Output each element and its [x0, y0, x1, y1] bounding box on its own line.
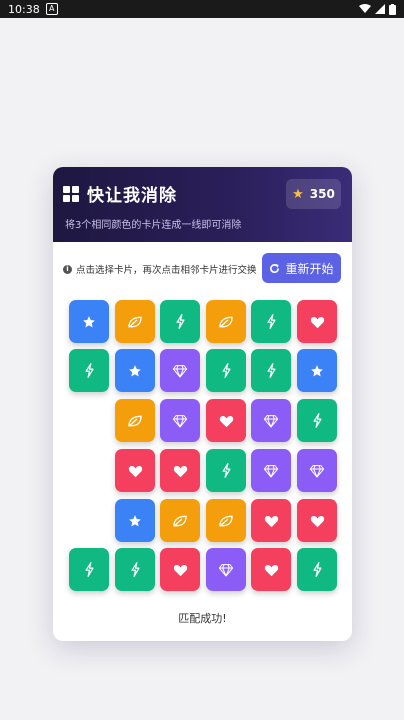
tile-red[interactable]	[206, 399, 246, 442]
tile-orange[interactable]	[115, 399, 155, 442]
signal-icon	[375, 4, 385, 14]
tile-purple[interactable]	[160, 399, 200, 442]
tile-blue[interactable]	[115, 499, 155, 542]
tile-blue[interactable]	[297, 349, 337, 392]
diamond-icon	[172, 414, 188, 428]
star-icon	[128, 364, 142, 378]
star-icon	[310, 364, 324, 378]
tile-red[interactable]	[251, 548, 291, 591]
tile-green[interactable]	[115, 548, 155, 591]
tile-green[interactable]	[251, 349, 291, 392]
bolt-icon	[221, 463, 232, 478]
status-time: 10:38	[8, 2, 40, 16]
tile-purple[interactable]	[206, 548, 246, 591]
diamond-icon	[309, 464, 325, 478]
tile-red[interactable]	[297, 300, 337, 343]
heart-icon	[128, 464, 143, 478]
tile-blue[interactable]	[115, 349, 155, 392]
heart-icon	[219, 414, 234, 428]
bolt-icon	[84, 363, 95, 378]
star-icon	[128, 514, 142, 528]
tile-red[interactable]	[115, 449, 155, 492]
status-message: 匹配成功!	[178, 612, 227, 625]
tile-purple[interactable]	[251, 399, 291, 442]
tile-green[interactable]	[251, 300, 291, 343]
leaf-icon	[218, 315, 234, 329]
heart-icon	[264, 514, 279, 528]
heart-icon	[173, 464, 188, 478]
heart-icon	[264, 563, 279, 577]
tile-orange[interactable]	[115, 300, 155, 343]
battery-icon	[389, 3, 396, 15]
bolt-icon	[84, 562, 95, 577]
heart-icon	[173, 563, 188, 577]
bolt-icon	[312, 413, 323, 428]
tile-green[interactable]	[206, 349, 246, 392]
status-bar: 10:38 A	[0, 0, 404, 18]
tile-purple[interactable]	[297, 449, 337, 492]
game-card: 快让我消除 将3个相同颜色的卡片连成一线即可消除 ★ 350 i 点击选择卡片，…	[53, 167, 352, 641]
diamond-icon	[263, 414, 279, 428]
tile-green[interactable]	[297, 548, 337, 591]
bolt-icon	[266, 314, 277, 329]
tile-purple[interactable]	[160, 349, 200, 392]
bolt-icon	[175, 314, 186, 329]
tile-green[interactable]	[69, 349, 109, 392]
heart-icon	[310, 315, 325, 329]
tile-orange[interactable]	[206, 300, 246, 343]
tile-red[interactable]	[160, 449, 200, 492]
bolt-icon	[266, 363, 277, 378]
leaf-icon	[218, 514, 234, 528]
bolt-icon	[312, 562, 323, 577]
diamond-icon	[172, 364, 188, 378]
tile-purple[interactable]	[251, 449, 291, 492]
notification-icon: A	[45, 3, 58, 15]
bolt-icon	[130, 562, 141, 577]
game-board	[53, 167, 352, 641]
tile-red[interactable]	[251, 499, 291, 542]
tile-blue[interactable]	[69, 300, 109, 343]
leaf-icon	[127, 315, 143, 329]
leaf-icon	[172, 514, 188, 528]
bolt-icon	[221, 363, 232, 378]
diamond-icon	[263, 464, 279, 478]
tile-green[interactable]	[160, 300, 200, 343]
tile-orange[interactable]	[160, 499, 200, 542]
tile-red[interactable]	[297, 499, 337, 542]
tile-green[interactable]	[206, 449, 246, 492]
diamond-icon	[218, 563, 234, 577]
leaf-icon	[127, 414, 143, 428]
heart-icon	[310, 514, 325, 528]
wifi-icon	[359, 4, 371, 13]
tile-green[interactable]	[297, 399, 337, 442]
tile-green[interactable]	[69, 548, 109, 591]
tile-orange[interactable]	[206, 499, 246, 542]
tile-red[interactable]	[160, 548, 200, 591]
star-icon	[82, 315, 96, 329]
